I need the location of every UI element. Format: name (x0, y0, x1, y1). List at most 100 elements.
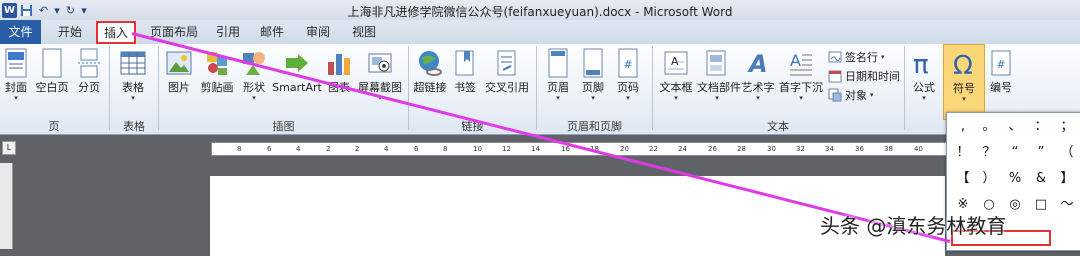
symbol-cell[interactable]: ◎ (1003, 195, 1027, 215)
cross-reference-button[interactable]: 交叉引用 (482, 48, 532, 94)
page-number-icon: # (613, 48, 643, 78)
symbol-cell[interactable]: 。 (977, 117, 1001, 137)
ruler-tick-label: 2 (326, 145, 331, 153)
picture-button[interactable]: 图片 (163, 48, 195, 94)
table-button[interactable]: 表格 ▾ (116, 48, 150, 102)
numbering-button[interactable]: # 编号 (986, 48, 1016, 94)
tab-view[interactable]: 视图 (346, 22, 382, 42)
dropdown-arrow-icon: ▾ (799, 94, 803, 102)
svg-text:A: A (790, 51, 801, 70)
blank-page-icon (33, 48, 71, 78)
equation-button[interactable]: π 公式 ▾ (908, 48, 940, 102)
svg-text:π: π (913, 50, 929, 78)
cover-page-icon (2, 48, 30, 78)
dropdown-arrow-icon: ▾ (626, 94, 630, 102)
group-label-tables: 表格 (123, 120, 145, 133)
watermark-text: 头条 @滇东务林教育 (820, 214, 1007, 238)
dropdown-arrow-icon: ▾ (962, 95, 966, 103)
ruler-tick-label: 28 (737, 145, 746, 153)
insert-tab-highlight (96, 21, 136, 44)
ruler-tick-label: 34 (825, 145, 834, 153)
footer-icon (578, 48, 608, 78)
symbol-cell[interactable]: 】 (1055, 169, 1079, 189)
dropdown-arrow-icon: ▾ (674, 94, 678, 102)
dropdown-arrow-icon: ▾ (881, 53, 885, 61)
symbol-button[interactable]: Ω 符号 ▾ (943, 44, 985, 120)
dropdown-arrow-icon: ▾ (591, 94, 595, 102)
symbol-cell[interactable]: ” (1029, 143, 1053, 163)
bookmark-icon (451, 48, 479, 78)
drop-cap-button[interactable]: A 首字下沉 ▾ (778, 48, 824, 102)
dropdown-arrow-icon: ▾ (715, 94, 719, 102)
header-button[interactable]: 页眉 ▾ (543, 48, 573, 102)
ruler-tick-label: 26 (708, 145, 717, 153)
symbol-cell[interactable]: ！ (951, 143, 975, 163)
ruler-tick-label: 36 (855, 145, 864, 153)
symbol-cell[interactable]: ？ (977, 143, 1001, 163)
cross-reference-icon (482, 48, 532, 78)
ruler-tick-label: 6 (414, 145, 419, 153)
picture-icon (163, 48, 195, 78)
numbering-icon: # (986, 48, 1016, 78)
symbol-cell[interactable]: 【 (951, 169, 975, 189)
object-button[interactable]: 对象 ▾ (828, 87, 874, 103)
tab-references[interactable]: 引用 (210, 22, 246, 42)
ruler-tick-label: 38 (884, 145, 893, 153)
svg-text:#: # (996, 58, 1005, 71)
symbol-cell[interactable]: 、 (1003, 117, 1027, 137)
table-icon (116, 48, 150, 78)
svg-text:A: A (747, 50, 768, 78)
dropdown-arrow-icon: ▾ (756, 94, 760, 102)
ruler-tick-label: 4 (384, 145, 389, 153)
textbox-button[interactable]: A 文本框 ▾ (657, 48, 695, 102)
quick-parts-button[interactable]: 文档部件 ▾ (697, 48, 741, 102)
footer-button[interactable]: 页脚 ▾ (578, 48, 608, 102)
ruler-tick-label: 8 (443, 145, 448, 153)
group-label-header-footer: 页眉和页脚 (567, 120, 622, 133)
tab-mailings[interactable]: 邮件 (254, 22, 290, 42)
symbol-cell[interactable]: ； (1055, 117, 1079, 137)
symbol-cell[interactable]: ～ (1055, 195, 1079, 215)
wordart-icon: A (739, 48, 777, 78)
symbol-cell[interactable]: & (1029, 169, 1053, 189)
symbol-cell[interactable]: （ (1055, 143, 1079, 163)
symbol-cell[interactable]: ： (1029, 117, 1053, 137)
ruler-tick-label: 20 (620, 145, 629, 153)
symbol-cell[interactable]: % (1003, 169, 1027, 189)
tab-file[interactable]: 文件 (0, 20, 41, 44)
window-title: 上海非凡进修学院微信公众号(feifanxueyuan).docx - Micr… (347, 5, 733, 19)
quick-parts-icon (697, 48, 737, 78)
svg-text:A: A (671, 55, 679, 68)
ruler-tick-label: 40 (914, 145, 923, 153)
object-icon (828, 88, 842, 102)
ruler-tick-label: 14 (531, 145, 540, 153)
ruler-tick-label: 30 (767, 145, 776, 153)
blank-page-button[interactable]: 空白页 (33, 48, 71, 94)
dropdown-arrow-icon: ▾ (870, 91, 874, 99)
vertical-ruler[interactable] (0, 163, 13, 249)
tab-home[interactable]: 开始 (50, 22, 90, 42)
symbol-cell[interactable]: ） (977, 169, 1001, 189)
hyperlink-button[interactable]: 超链接 (412, 48, 448, 94)
tab-selector-icon[interactable]: L (2, 141, 16, 155)
dropdown-arrow-icon: ▾ (14, 94, 18, 102)
symbol-cell[interactable]: , (951, 117, 975, 137)
title-bar: W ↶ ▾ ↻ ▾ 上海非凡进修学院微信公众号(feifanxueyuan).d… (0, 0, 1080, 20)
ruler-tick-label: 2 (355, 145, 360, 153)
shapes-button[interactable]: 形状 ▾ (239, 48, 269, 102)
group-separator (904, 46, 905, 130)
date-time-button[interactable]: 日期和时间 (828, 68, 900, 84)
symbol-cell[interactable]: “ (1003, 143, 1027, 163)
symbol-cell[interactable]: □ (1029, 195, 1053, 215)
tab-review[interactable]: 审阅 (300, 22, 336, 42)
page-break-button[interactable]: 分页 (74, 48, 104, 94)
signature-line-button[interactable]: 签名行 ▾ (828, 49, 885, 65)
ruler-tick-label: 22 (649, 145, 658, 153)
cover-page-button[interactable]: 封面 ▾ (2, 48, 30, 102)
wordart-button[interactable]: A 艺术字 ▾ (739, 48, 777, 102)
bookmark-button[interactable]: 书签 (451, 48, 479, 94)
ruler-tick-label: 12 (502, 145, 511, 153)
page-number-button[interactable]: # 页码 ▾ (613, 48, 643, 102)
ribbon-insert: 封面 ▾ 空白页 分页 页 表格 ▾ 表格 图片 剪贴画 形状 ▾ SmartA… (0, 44, 1080, 135)
ruler-tick-label: 8 (237, 145, 242, 153)
